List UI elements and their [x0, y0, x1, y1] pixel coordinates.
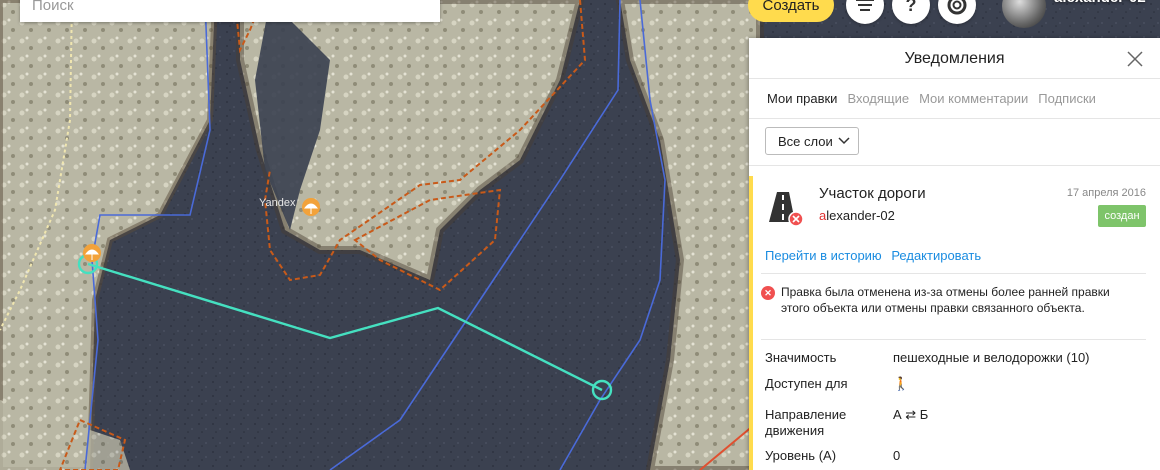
card-links: Перейти в историю Редактировать	[765, 248, 987, 263]
attribute-label: Значимость	[765, 350, 837, 365]
attribute-label: Уровень (А)	[765, 448, 837, 463]
author-name-rest: lexander-02	[826, 208, 895, 223]
status-badge: создан	[1098, 205, 1146, 227]
divider	[761, 339, 1146, 340]
notification-card: Участок дороги alexander-02 17 апреля 20…	[749, 176, 1160, 470]
tab-incoming[interactable]: Входящие	[847, 91, 909, 106]
attribute-label: Направление движения	[765, 407, 847, 438]
tab-subscriptions[interactable]: Подписки	[1038, 91, 1096, 106]
layer-filter-value: Все слои	[778, 133, 833, 149]
tab-my-edits[interactable]: Мои правки	[767, 91, 837, 106]
attribute-value: 0	[893, 448, 901, 463]
top-toolbar: Создать ? alexander-02	[740, 0, 1160, 34]
divider	[749, 165, 1160, 166]
layer-filter-select[interactable]: Все слои	[765, 127, 859, 155]
edit-date: 17 апреля 2016	[1066, 187, 1146, 199]
help-icon[interactable]: ?	[892, 0, 930, 24]
pedestrian-icon: 🚶	[893, 376, 910, 391]
warning-text: Правка была отменена из-за отмены более …	[781, 285, 1110, 315]
history-link[interactable]: Перейти в историю	[765, 248, 882, 263]
attribute-value: А ⇄ Б	[893, 407, 929, 422]
edit-author[interactable]: alexander-02	[819, 208, 895, 223]
object-type[interactable]: Участок дороги	[819, 185, 926, 202]
error-icon: ✕	[761, 286, 775, 300]
panel-title: Уведомления	[904, 50, 1005, 67]
create-button[interactable]: Создать	[748, 0, 834, 22]
map-watermark: Yandex	[259, 197, 296, 209]
chevron-down-icon	[838, 137, 850, 145]
divider	[749, 78, 1160, 79]
road-segment-icon	[769, 192, 804, 226]
menu-icon[interactable]	[846, 0, 884, 24]
notifications-panel: Уведомления Мои правки Входящие Мои комм…	[749, 38, 1160, 470]
attribute-label: Доступен для	[765, 376, 848, 391]
lifebuoy-icon[interactable]	[938, 0, 976, 24]
tabs: Мои правки Входящие Мои комментарии Подп…	[767, 91, 1106, 106]
close-icon[interactable]	[1126, 50, 1144, 68]
divider	[761, 273, 1146, 274]
username-label[interactable]: alexander-02	[1054, 0, 1146, 8]
warning-message: ✕ Правка была отменена из-за отмены боле…	[761, 284, 1141, 316]
tab-my-comments[interactable]: Мои комментарии	[919, 91, 1028, 106]
attribute-value: пешеходные и велодорожки (10)	[893, 350, 1090, 365]
search-input[interactable]	[20, 0, 440, 22]
divider	[749, 118, 1160, 119]
search-box[interactable]	[20, 0, 440, 22]
edit-link[interactable]: Редактировать	[891, 248, 981, 263]
avatar[interactable]	[1002, 0, 1046, 28]
